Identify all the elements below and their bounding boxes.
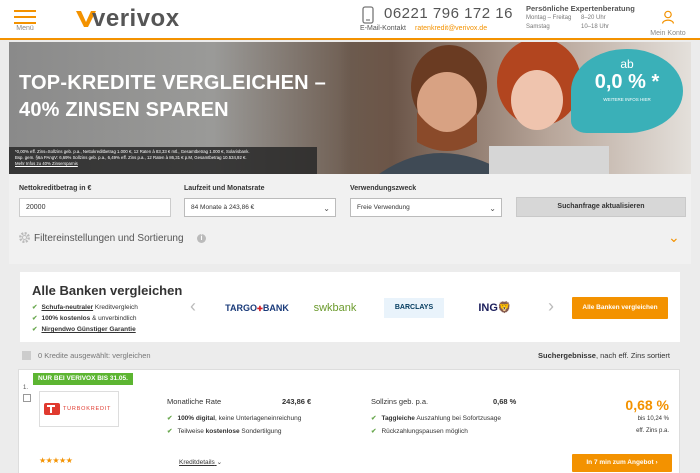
- hero-title: TOP-KREDITE VERGLEICHEN – 40% ZINSEN SPA…: [19, 70, 326, 124]
- account-label: Mein Konto: [650, 30, 686, 37]
- results-sort-info: Suchergebnisse, nach eff. Zins sortiert: [537, 351, 670, 360]
- bubble-rate: 0,0 % *: [594, 71, 660, 93]
- hero-title-line1: TOP-KREDITE VERGLEICHEN –: [19, 72, 326, 94]
- term-select-value: 84 Monate à 243,86 €: [191, 204, 255, 211]
- chevron-down-icon[interactable]: ⌄: [668, 229, 680, 246]
- loan-search-form: Nettokreditbetrag in € 20000 Laufzeit un…: [9, 174, 691, 264]
- filter-label[interactable]: Filtereinstellungen und Sortierung: [34, 233, 184, 244]
- purpose-label: Verwendungszweck: [350, 185, 417, 192]
- hours-time-saturday: 10–18 Uhr: [581, 24, 610, 30]
- go-to-offer-button[interactable]: In 7 min zum Angebot ›: [572, 454, 672, 472]
- expert-advice-title: Persönliche Expertenberatung: [526, 4, 635, 13]
- phone-number[interactable]: 06221 796 172 16: [384, 5, 513, 22]
- offer-feature: ✔ Taggleiche Auszahlung bei Sofortzusage: [371, 415, 501, 422]
- feature-item: ✔ Nirgendwo Günstiger Garantie: [32, 326, 136, 333]
- results-bar: 0 Kredite ausgewählt: vergleichen Sucher…: [18, 349, 680, 363]
- bank-name: TURBOKREDIT: [63, 406, 112, 412]
- selected-count[interactable]: 0 Kredite ausgewählt: vergleichen: [38, 351, 151, 360]
- bank-logo-turbokredit[interactable]: TURBOKREDIT: [39, 391, 119, 427]
- bank-logo-targobank[interactable]: TARGO✚BANK: [222, 298, 292, 318]
- offer-feature: ✔ 100% digital, keine Unterlageneinreichu…: [167, 415, 302, 422]
- turbo-logo-icon: [44, 403, 60, 415]
- chevron-down-icon: ⌄: [489, 204, 496, 213]
- monthly-rate-value: 243,86 €: [282, 397, 312, 406]
- term-label: Laufzeit und Monatsrate: [184, 185, 265, 192]
- select-all-checkbox[interactable]: [22, 351, 31, 360]
- phone-icon: [362, 6, 374, 24]
- email-link[interactable]: ratenkredit@verivox.de: [415, 25, 487, 32]
- chevron-down-icon: ⌄: [323, 204, 330, 213]
- rating-stars: ★★★★★: [39, 456, 73, 465]
- interest-value: 0,68 %: [493, 397, 517, 406]
- offer-rank: 1.: [23, 385, 29, 391]
- bank-logo-barclays[interactable]: BARCLAYS: [384, 298, 444, 318]
- monthly-rate-label: Monatliche Rate: [167, 397, 222, 406]
- hero-banner[interactable]: TOP-KREDITE VERGLEICHEN – 40% ZINSEN SPA…: [9, 42, 691, 174]
- check-icon: ✔: [371, 428, 377, 435]
- verivox-logo[interactable]: verivox: [74, 5, 180, 32]
- hours-days-weekday: Montag – Freitag: [526, 15, 572, 21]
- purpose-select[interactable]: Freie Verwendung ⌄: [350, 198, 502, 217]
- feature-item: ✔ 100% kostenlos & unverbindlich: [32, 315, 137, 322]
- hero-title-line2: 40% ZINSEN SPAREN: [19, 99, 229, 121]
- check-icon: ✔: [371, 415, 377, 422]
- loan-details-link[interactable]: Kreditdetails ⌄: [179, 458, 222, 466]
- carousel-next-arrow[interactable]: ›: [548, 296, 554, 317]
- compare-title: Alle Banken vergleichen: [32, 283, 183, 298]
- offer-feature: ✔ Teilweise kostenlose Sondertilgung: [167, 428, 282, 435]
- bank-logo-ing[interactable]: ING🦁: [470, 298, 520, 318]
- check-icon: ✔: [167, 415, 173, 422]
- interest-label: Sollzins geb. p.a.: [371, 397, 429, 406]
- site-header: Menü verivox 06221 796 172 16 E-Mail-Kon…: [0, 0, 700, 40]
- fine-print-link[interactable]: Mehr Infos zu 40% Zinsersparnis: [15, 161, 311, 167]
- offer-feature: ✔ Rückzahlungspausen möglich: [371, 428, 468, 435]
- menu-label: Menü: [16, 25, 34, 32]
- update-search-button[interactable]: Suchanfrage aktualisieren: [516, 197, 686, 217]
- gear-icon: [19, 232, 30, 243]
- compare-all-banks-button[interactable]: Alle Banken vergleichen: [572, 297, 668, 319]
- bubble-ab: ab: [620, 57, 634, 71]
- purpose-select-value: Freie Verwendung: [357, 204, 410, 211]
- check-icon: ✔: [32, 315, 38, 322]
- chevron-down-icon: ⌄: [216, 459, 223, 466]
- check-icon: ✔: [32, 304, 38, 311]
- info-icon[interactable]: i: [197, 234, 206, 243]
- exclusive-badge: NUR BEI VERIVOX BIS 31.05.: [33, 373, 133, 385]
- effective-rate-label: eff. Zins p.a.: [636, 428, 669, 434]
- user-icon: [661, 10, 675, 24]
- bank-logo-swkbank[interactable]: swkbank: [304, 298, 366, 318]
- amount-label: Nettokreditbetrag in €: [19, 185, 92, 192]
- check-icon: ✔: [32, 326, 38, 333]
- email-contact-label: E-Mail-Kontakt: [360, 25, 406, 32]
- menu-button[interactable]: Menü: [10, 6, 40, 36]
- account-button[interactable]: Mein Konto: [650, 10, 686, 37]
- hours-time-weekday: 8–20 Uhr: [581, 15, 606, 21]
- carousel-prev-arrow[interactable]: ‹: [190, 296, 196, 317]
- effective-rate: 0,68 %: [625, 397, 669, 413]
- amount-input[interactable]: 20000: [19, 198, 171, 217]
- offer-card: NUR BEI VERIVOX BIS 31.05. 1. TURBOKREDI…: [18, 369, 680, 473]
- feature-item: ✔ Schufa-neutraler Kreditvergleich: [32, 304, 138, 311]
- bubble-info-link[interactable]: WEITERE INFOS HIER: [571, 97, 683, 102]
- hours-days-saturday: Samstag: [526, 24, 550, 30]
- rate-bubble[interactable]: ab 0,0 % * WEITERE INFOS HIER: [571, 49, 683, 133]
- check-icon: ✔: [167, 428, 173, 435]
- term-select[interactable]: 84 Monate à 243,86 € ⌄: [184, 198, 336, 217]
- offer-compare-checkbox[interactable]: [23, 394, 31, 402]
- hero-fine-print: *0,00% eff. Zins=Sollzins geb. p.a., Net…: [9, 147, 317, 174]
- effective-rate-range: bis 10,24 %: [637, 416, 669, 422]
- logo-text: verivox: [92, 5, 180, 32]
- compare-banks-panel: Alle Banken vergleichen ✔ Schufa-neutrale…: [20, 272, 680, 342]
